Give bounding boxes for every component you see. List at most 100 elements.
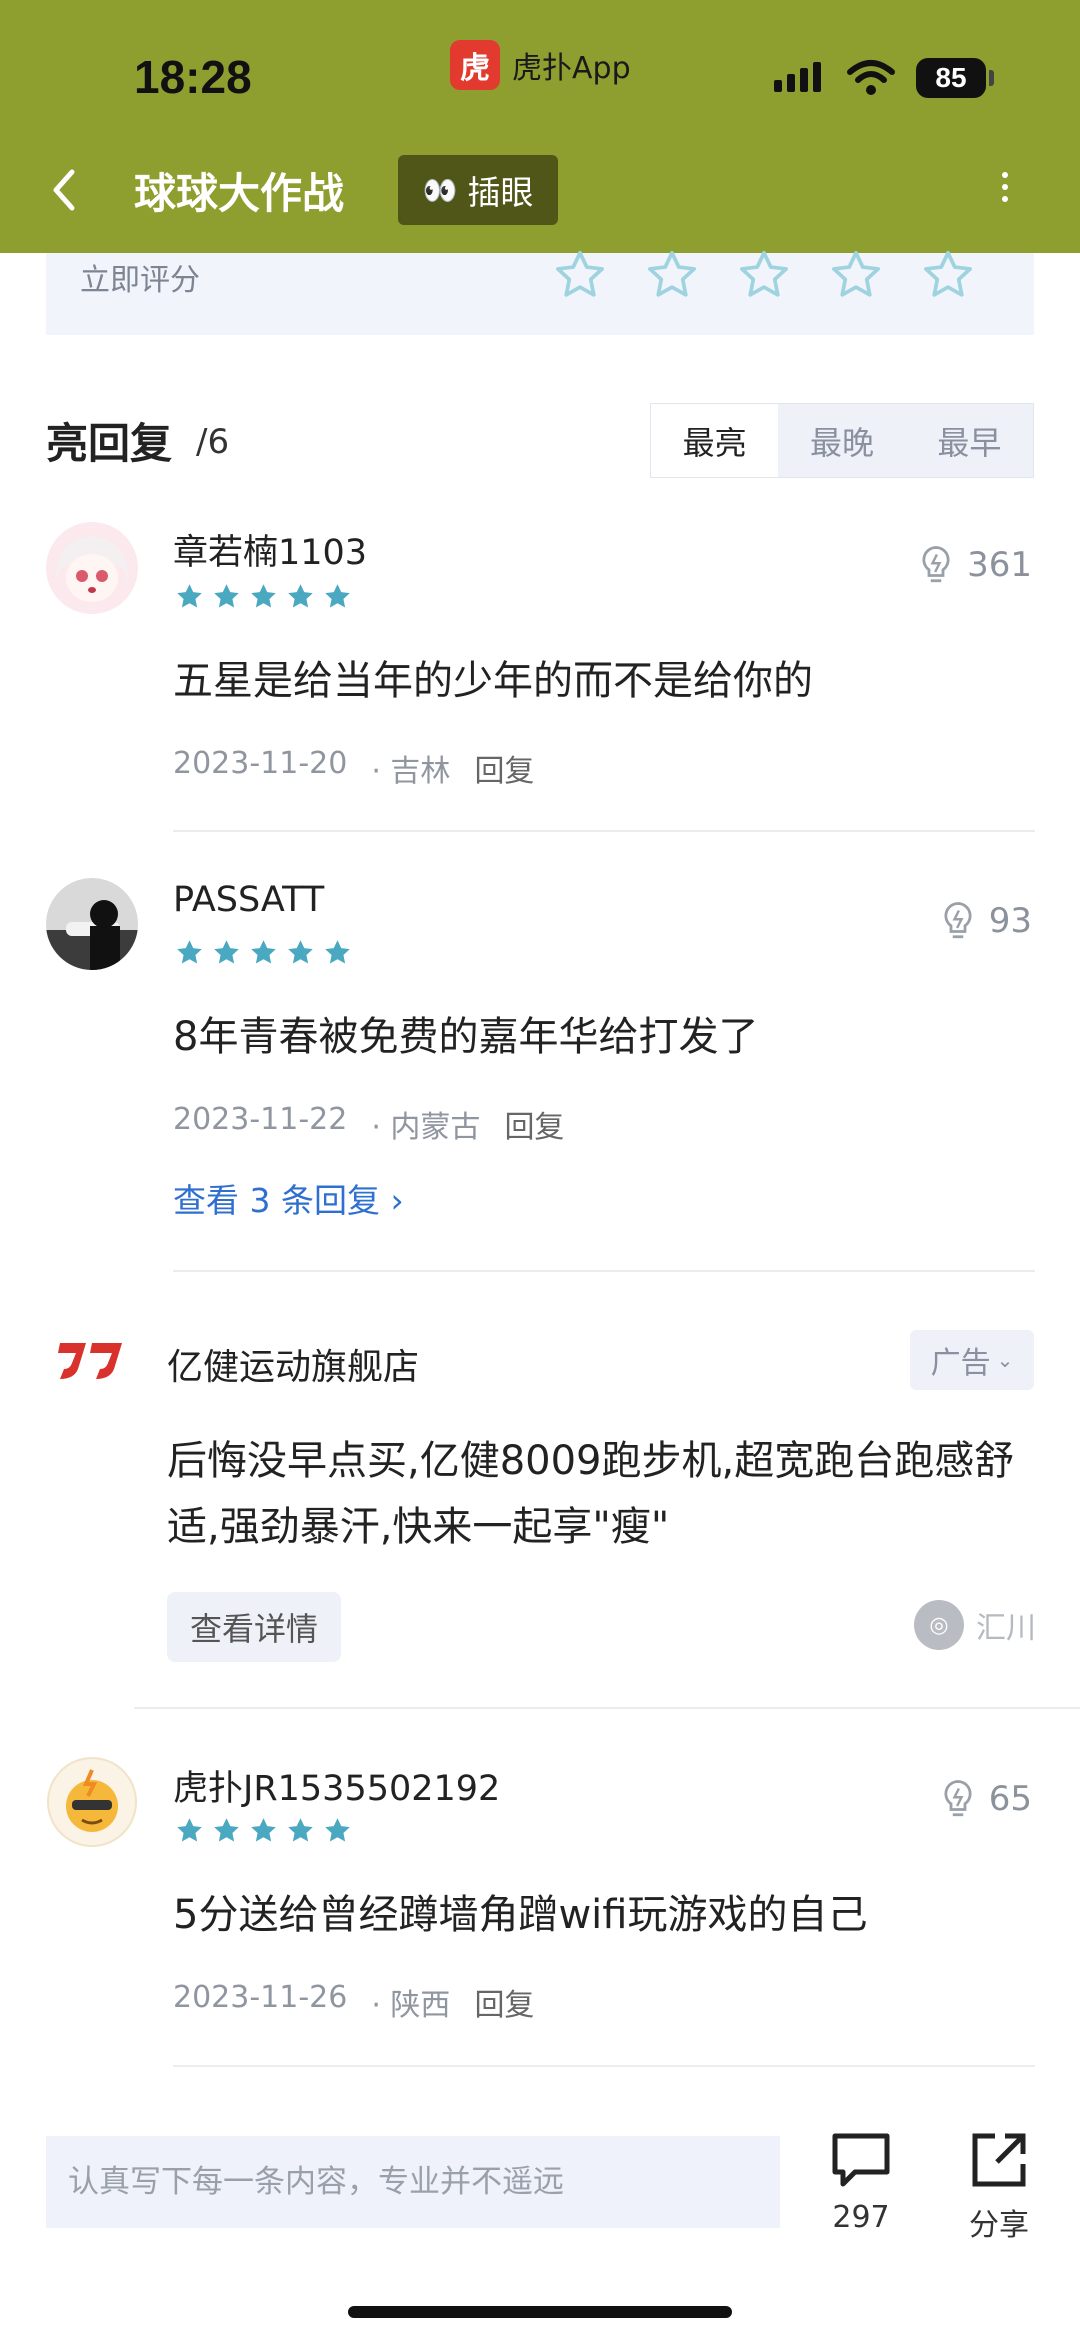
reply-location: · 陕西 [371, 1988, 451, 2023]
user-rating-stars [174, 937, 353, 968]
app-indicator: 虎 虎扑App [450, 40, 631, 90]
divider [173, 2065, 1035, 2067]
chevron-down-icon: ⌄ [996, 1348, 1014, 1372]
ad-tag[interactable]: 广告 ⌄ [910, 1330, 1034, 1390]
star-filled-icon [251, 584, 276, 608]
reply-button[interactable]: 回复 [474, 1980, 534, 2024]
sort-tabs: 最亮 最晚 最早 [650, 403, 1034, 478]
username[interactable]: 章若楠1103 [173, 524, 367, 575]
reply-button[interactable]: 回复 [504, 1102, 564, 1146]
battery-indicator: 85 [916, 58, 986, 98]
divider [134, 1707, 1080, 1709]
user-rating-stars [174, 581, 353, 612]
share-label: 分享 [969, 2208, 1029, 2243]
ad-tag-label: 广告 [930, 1346, 991, 1381]
lightbulb-icon [944, 1780, 972, 1817]
star-filled-icon [214, 940, 239, 964]
reply-date: 2023-11-20 [173, 746, 348, 781]
comments-button[interactable]: 297 [806, 2128, 916, 2235]
ad-source: ◎ 汇川 [914, 1600, 1036, 1650]
avatar[interactable] [46, 878, 138, 970]
view-replies-link[interactable]: 查看 3 条回复 › [173, 1174, 404, 1222]
hupu-logo-icon: 虎 [450, 40, 500, 90]
like-button[interactable]: 65 [937, 1778, 1032, 1820]
status-time: 18:28 [134, 51, 252, 103]
ad-source-label: 汇川 [976, 1611, 1036, 1646]
divider [173, 1270, 1035, 1272]
star-outline-icon[interactable] [552, 247, 608, 303]
star-filled-icon [177, 940, 202, 964]
share-icon [972, 2133, 1026, 2187]
star-outline-icon[interactable] [920, 247, 976, 303]
star-filled-icon [288, 940, 313, 964]
share-button[interactable]: 分享 [944, 2128, 1054, 2244]
reply-date: 2023-11-22 [173, 1102, 348, 1137]
page-title: 球球大作战 [134, 169, 345, 218]
tab-brightest[interactable]: 最亮 [651, 404, 779, 477]
comment-bubble-icon [832, 2133, 890, 2187]
reply-location: · 内蒙古 [371, 1110, 481, 1145]
brand-logo-icon [58, 1343, 122, 1379]
view-details-button[interactable]: 查看详情 [167, 1592, 341, 1662]
reply-location: · 吉林 [371, 754, 451, 789]
comment-input[interactable] [46, 2136, 780, 2228]
tab-latest[interactable]: 最晚 [778, 404, 905, 477]
top-header: 18:28 虎 虎扑App 85 球球大作战 👀 插眼 [0, 0, 1080, 253]
chevron-right-icon: › [390, 1181, 404, 1220]
like-count: 93 [988, 901, 1032, 941]
star-filled-icon [325, 584, 350, 608]
rate-now-label: 立即评分 [80, 263, 200, 298]
ad-network-icon: ◎ [914, 1600, 964, 1650]
wifi-icon [847, 60, 895, 95]
tab-earliest[interactable]: 最早 [906, 404, 1033, 477]
ad-body: 后悔没早点买,亿健8009跑步机,超宽跑台跑感舒适,强劲暴汗,快来一起享"瘦" [167, 1438, 1015, 1550]
lightbulb-icon [944, 902, 972, 939]
user-rating-stars [174, 1815, 353, 1846]
like-count: 361 [967, 545, 1032, 585]
divider [173, 830, 1035, 832]
peek-button[interactable]: 👀 插眼 [398, 155, 558, 225]
more-menu-icon[interactable] [990, 166, 1020, 216]
view-replies-label: 查看 3 条回复 [173, 1181, 380, 1220]
peek-label: 插眼 [467, 173, 534, 212]
star-filled-icon [288, 584, 313, 608]
signal-icon [774, 62, 821, 92]
reply-content: 五星是给当年的少年的而不是给你的 [173, 658, 813, 704]
star-filled-icon [288, 1818, 313, 1842]
reply-meta: 2023-11-26 · 陕西 回复 [173, 1980, 534, 2024]
avatar[interactable] [46, 522, 138, 614]
star-outline-icon[interactable] [644, 247, 700, 303]
reply-meta: 2023-11-20 · 吉林 回复 [173, 746, 534, 790]
star-outline-icon[interactable] [736, 247, 792, 303]
like-count: 65 [988, 1779, 1032, 1819]
reply-content: 5分送给曾经蹲墙角蹭wifi玩游戏的自己 [173, 1892, 868, 1938]
section-title: 亮回复 [46, 419, 173, 468]
reply-button[interactable]: 回复 [474, 746, 534, 790]
lightbulb-icon [922, 546, 950, 583]
username[interactable]: 虎扑JR1535502192 [173, 1760, 500, 1811]
like-button[interactable]: 93 [937, 900, 1032, 942]
ad-brand-name: 亿健运动旗舰店 [167, 1347, 420, 1388]
star-filled-icon [251, 940, 276, 964]
back-arrow-icon[interactable] [44, 160, 84, 220]
star-filled-icon [325, 940, 350, 964]
star-filled-icon [177, 1818, 202, 1842]
reply-content: 8年青春被免费的嘉年华给打发了 [173, 1014, 759, 1060]
star-filled-icon [214, 584, 239, 608]
app-name: 虎扑App [512, 51, 631, 86]
star-outline-icon[interactable] [828, 247, 884, 303]
comment-count: 297 [832, 2200, 890, 2235]
battery-tip [989, 70, 994, 86]
reply-meta: 2023-11-22 · 内蒙古 回复 [173, 1102, 564, 1146]
home-indicator[interactable] [348, 2306, 732, 2318]
star-filled-icon [177, 584, 202, 608]
star-filled-icon [214, 1818, 239, 1842]
star-filled-icon [325, 1818, 350, 1842]
avatar[interactable] [46, 1756, 138, 1848]
rating-stars [552, 247, 976, 303]
username[interactable]: PASSATT [173, 880, 324, 920]
like-button[interactable]: 361 [915, 544, 1032, 586]
reply-date: 2023-11-26 [173, 1980, 348, 2015]
section-count: /6 [196, 422, 230, 462]
eyes-icon: 👀 [422, 173, 458, 207]
